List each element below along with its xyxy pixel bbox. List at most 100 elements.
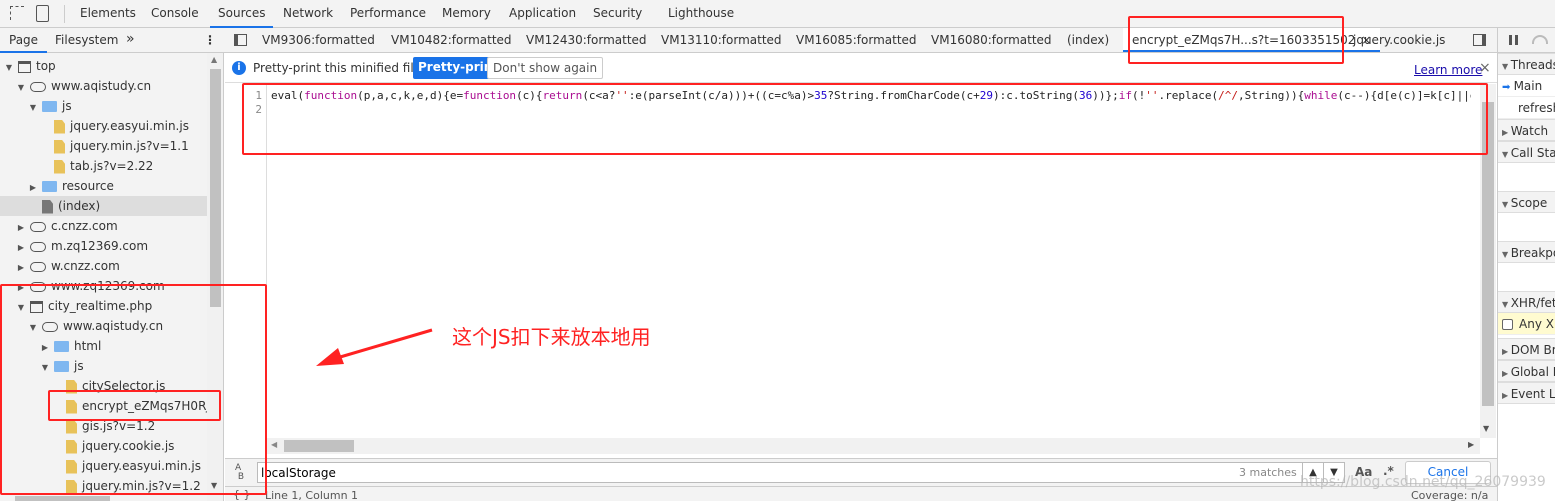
device-toggle-icon[interactable] xyxy=(36,5,49,22)
file-icon xyxy=(54,159,65,174)
debugger-section[interactable]: ▶ Event Listener Breakpoints xyxy=(1498,382,1555,404)
debugger-section[interactable]: ▼ Scope xyxy=(1498,191,1555,213)
collapsed-arrow-icon[interactable]: ▶ xyxy=(1502,347,1511,356)
debugger-section[interactable]: ▶ Watch xyxy=(1498,119,1555,141)
debugger-section[interactable]: ▶ DOM Breakpoints xyxy=(1498,338,1555,360)
expanded-arrow-icon[interactable]: ▼ xyxy=(1502,200,1511,209)
debugger-item[interactable]: refresh. xyxy=(1498,97,1555,119)
checkbox[interactable] xyxy=(1502,319,1513,330)
expanded-arrow-icon[interactable]: ▼ xyxy=(1502,62,1511,71)
editor-tab[interactable]: VM9306:formatted xyxy=(262,28,375,52)
tree-item[interactable]: ▶ resource xyxy=(0,176,207,196)
infobar-close-icon[interactable]: × xyxy=(1479,60,1491,76)
debugger-item[interactable]: Any XHR or fetch xyxy=(1498,313,1555,335)
tree-item-label: www.aqistudy.cn xyxy=(51,79,152,93)
current-thread-icon: ➡ xyxy=(1502,82,1514,93)
tree-item[interactable]: tab.js?v=2.22 xyxy=(0,156,207,176)
editor-tab-label: VM9306:formatted xyxy=(262,33,375,47)
debugger-section[interactable]: ▼ Breakpoints xyxy=(1498,241,1555,263)
cloud-icon xyxy=(30,261,46,272)
tab-filesystem[interactable]: Filesystem xyxy=(55,28,118,53)
expanded-arrow-icon[interactable]: ▼ xyxy=(1502,250,1511,259)
tree-item[interactable]: ▶ m.zq12369.com xyxy=(0,236,207,256)
search-input[interactable] xyxy=(257,462,1325,483)
editor-tab-label: (index) xyxy=(1067,33,1110,47)
tree-item[interactable]: ▼ js xyxy=(0,96,207,116)
collapsed-arrow-icon[interactable]: ▶ xyxy=(16,218,26,238)
step-over-icon[interactable] xyxy=(1532,35,1548,44)
panel-tab-memory[interactable]: Memory xyxy=(442,0,491,28)
collapsed-arrow-icon[interactable]: ▶ xyxy=(16,258,26,278)
tab-page[interactable]: Page xyxy=(0,28,48,53)
expanded-arrow-icon[interactable]: ▼ xyxy=(28,98,38,118)
expanded-arrow-icon[interactable]: ▼ xyxy=(1502,300,1511,309)
annotation-box-code xyxy=(242,83,1488,155)
toggle-navigator-icon[interactable] xyxy=(234,34,247,46)
debugger-section[interactable]: ▶ Global Listeners xyxy=(1498,360,1555,382)
debugger-section[interactable]: ▼ Call Stack xyxy=(1498,141,1555,163)
tree-item[interactable]: ▶ w.cnzz.com xyxy=(0,256,207,276)
annotation-box-tab xyxy=(1128,16,1344,64)
tree-item-label: m.zq12369.com xyxy=(51,239,149,253)
h-scroll-thumb[interactable] xyxy=(15,496,110,501)
editor-tab[interactable]: VM12430:formatted xyxy=(526,28,647,52)
panel-tab-network[interactable]: Network xyxy=(283,0,333,28)
scroll-thumb[interactable] xyxy=(210,69,221,307)
section-label: Call Stack xyxy=(1510,146,1555,160)
editor-tab[interactable]: VM10482:formatted xyxy=(391,28,512,52)
editor-tab[interactable]: (index) xyxy=(1067,28,1109,52)
inspect-element-icon[interactable] xyxy=(10,6,24,20)
editor-tab[interactable]: VM16085:formatted xyxy=(796,28,917,52)
editor-tab[interactable]: jquery.cookie.js xyxy=(1353,28,1445,52)
collapsed-arrow-icon[interactable]: ▶ xyxy=(1502,369,1511,378)
panel-tab-security[interactable]: Security xyxy=(593,0,642,28)
section-label: refresh. xyxy=(1518,101,1555,115)
section-label: Event Listener Breakpoints xyxy=(1510,387,1555,401)
tree-item[interactable]: ▼ www.aqistudy.cn xyxy=(0,76,207,96)
editor-tab[interactable]: VM16080:formatted xyxy=(931,28,1052,52)
panel-tab-performance[interactable]: Performance xyxy=(350,0,426,28)
dont-show-again-button[interactable]: Don't show again xyxy=(487,57,604,79)
debugger-item[interactable]: ➡ Main xyxy=(1498,75,1555,97)
pause-icon[interactable] xyxy=(1509,35,1518,45)
info-icon: i xyxy=(232,61,246,75)
learn-more-link[interactable]: Learn more xyxy=(1414,63,1482,77)
annotation-arrow-icon xyxy=(316,328,433,366)
panel-tab-console[interactable]: Console xyxy=(151,0,199,28)
tree-item[interactable]: ▼ top xyxy=(0,56,207,76)
collapsed-arrow-icon[interactable]: ▶ xyxy=(16,238,26,258)
tree-item-label: tab.js?v=2.22 xyxy=(70,159,154,173)
expanded-arrow-icon[interactable]: ▼ xyxy=(4,58,14,78)
divider xyxy=(64,5,65,23)
navigator-menu-icon[interactable]: ⋮ xyxy=(204,28,216,53)
tree-item[interactable]: (index) xyxy=(0,196,207,216)
expanded-arrow-icon[interactable]: ▼ xyxy=(1502,150,1511,159)
editor-tab[interactable]: VM13110:formatted xyxy=(661,28,782,52)
editor-tab-label: jquery.cookie.js xyxy=(1353,33,1446,47)
tree-item[interactable]: jquery.min.js?v=1.1 xyxy=(0,136,207,156)
tree-item-label: c.cnzz.com xyxy=(51,219,118,233)
panel-tab-elements[interactable]: Elements xyxy=(80,0,136,28)
panel-tab-lighthouse[interactable]: Lighthouse xyxy=(668,0,734,28)
section-label: Scope xyxy=(1510,196,1548,210)
editor-tab-label: VM16080:formatted xyxy=(931,33,1052,47)
panel-tab-sources[interactable]: Sources xyxy=(210,0,274,28)
section-label: Breakpoints xyxy=(1510,246,1555,260)
debugger-section[interactable]: ▼ Threads xyxy=(1498,53,1555,75)
collapsed-arrow-icon[interactable]: ▶ xyxy=(28,178,38,198)
more-tabs-button[interactable]: » xyxy=(126,28,135,53)
collapsed-arrow-icon[interactable]: ▶ xyxy=(1502,128,1511,137)
match-count: 3 matches xyxy=(1239,466,1297,479)
expanded-arrow-icon[interactable]: ▼ xyxy=(16,78,26,98)
infobar-message: Pretty-print this minified file? xyxy=(253,61,428,75)
code-h-scrollbar[interactable]: ◀ ▶ xyxy=(267,438,1480,454)
tree-item[interactable]: jquery.easyui.min.js xyxy=(0,116,207,136)
tree-item[interactable]: ▶ c.cnzz.com xyxy=(0,216,207,236)
section-label: Watch xyxy=(1510,124,1549,138)
debugger-section[interactable]: ▼ XHR/fetch Breakpoints xyxy=(1498,291,1555,313)
toggle-debugger-icon[interactable] xyxy=(1473,34,1486,46)
section-label: DOM Breakpoints xyxy=(1510,343,1555,357)
panel-tab-application[interactable]: Application xyxy=(509,0,576,28)
collapsed-arrow-icon[interactable]: ▶ xyxy=(1502,391,1511,400)
cloud-icon xyxy=(30,81,46,92)
